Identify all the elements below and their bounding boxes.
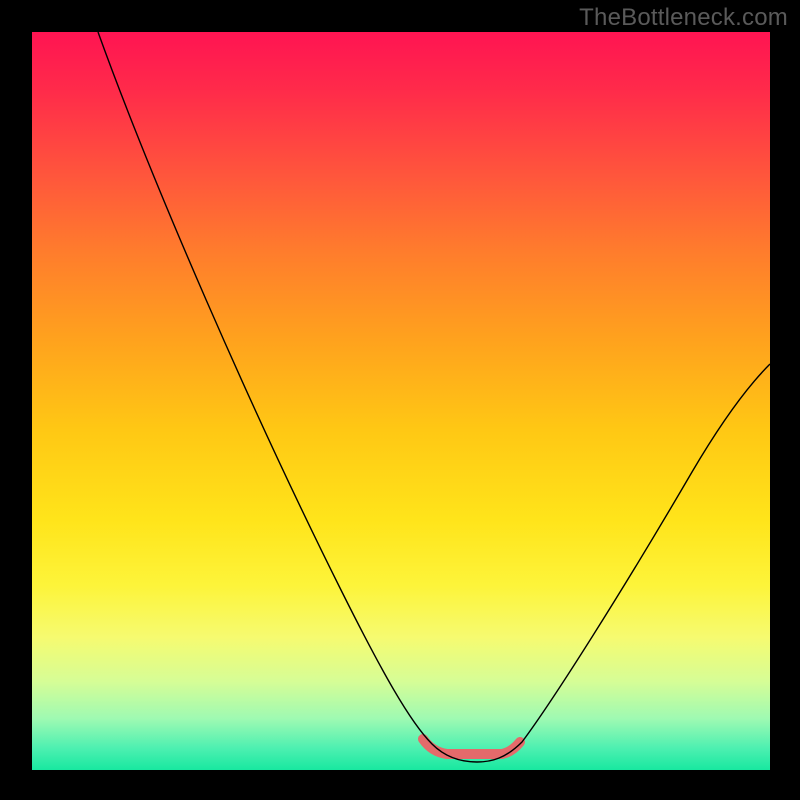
watermark-text: TheBottleneck.com (579, 4, 788, 32)
optimal-zone-highlight (423, 739, 520, 754)
chart-container: TheBottleneck.com (0, 0, 800, 800)
chart-svg (32, 32, 770, 770)
plot-area (32, 32, 770, 770)
bottleneck-curve (98, 32, 770, 762)
